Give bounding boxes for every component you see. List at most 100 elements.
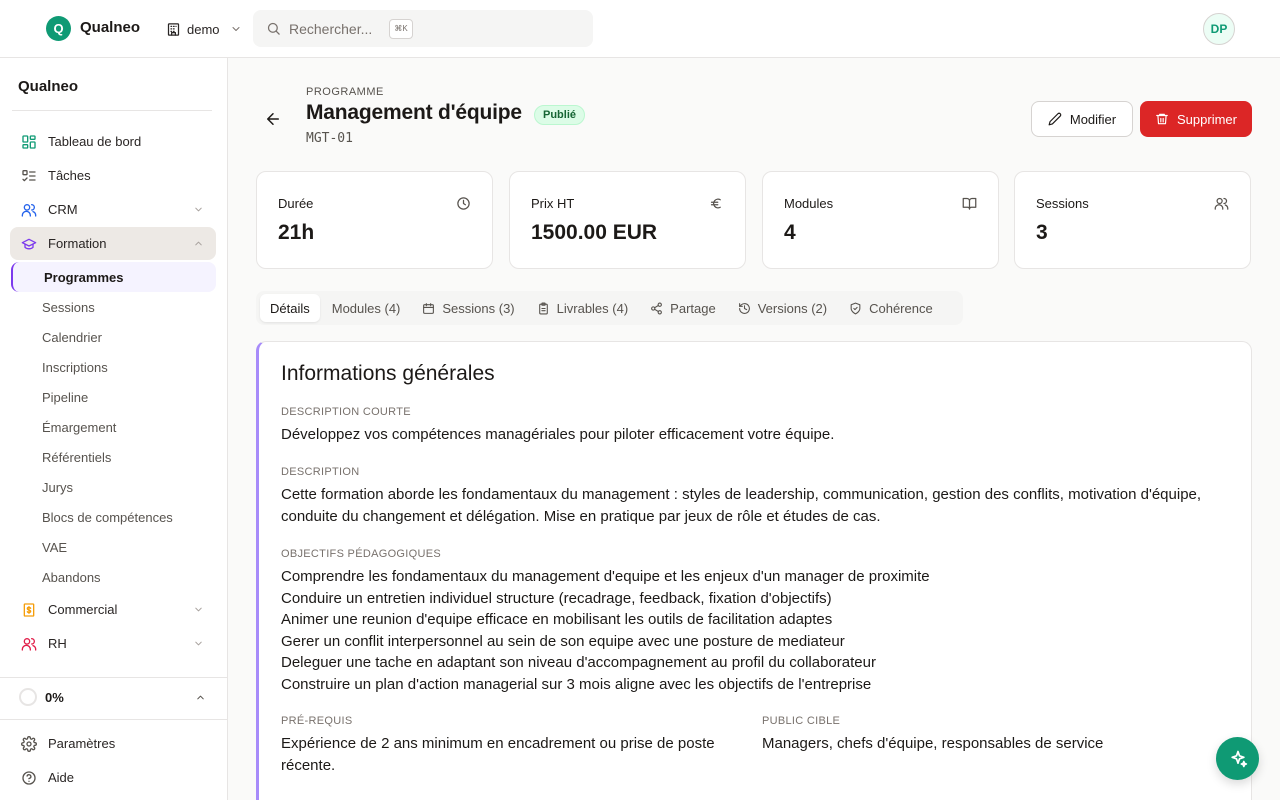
objectives-list: Comprendre les fondamentaux du managemen…: [281, 566, 1231, 695]
workspace-selector[interactable]: demo: [166, 18, 242, 40]
clipboard-icon: [538, 302, 548, 314]
delete-label: Supprimer: [1177, 111, 1237, 127]
tab-livrables[interactable]: Livrables (4): [527, 294, 639, 322]
progress-ring: [19, 688, 37, 706]
divider: [0, 677, 227, 678]
stat-value: 4: [784, 221, 796, 244]
sidebar-sub-vae[interactable]: VAE: [10, 532, 216, 562]
tab-label: Livrables (4): [556, 300, 629, 316]
objective-item: Comprendre les fondamentaux du managemen…: [281, 568, 930, 585]
book-open-icon: [962, 197, 977, 210]
help-circle-icon: [22, 770, 36, 785]
tab-modules[interactable]: Modules (4): [322, 294, 411, 322]
chevron-down-icon: [195, 207, 202, 212]
sidebar-sub-blocs[interactable]: Blocs de compétences: [10, 502, 216, 532]
field-label: DESCRIPTION: [281, 466, 360, 478]
sidebar-nav: Tableau de bord Tâches CRM Formation Pro…: [10, 125, 216, 677]
search-icon: [267, 22, 280, 35]
sidebar-item-rh[interactable]: RH: [10, 627, 216, 660]
objective-item: Conduire un entretien individuel structu…: [281, 589, 832, 607]
sidebar-sub-inscriptions[interactable]: Inscriptions: [10, 352, 216, 382]
sidebar-brand: Qualneo: [18, 78, 79, 95]
chevron-down-icon: [232, 27, 240, 31]
tab-coherence[interactable]: Cohérence: [839, 294, 943, 322]
stat-label: Prix HT: [531, 196, 575, 211]
app-logo[interactable]: Q: [46, 16, 71, 41]
search-bar[interactable]: ⌘K: [253, 10, 593, 47]
stat-card-duration: Durée 21h: [256, 171, 493, 269]
tab-label: Cohérence: [869, 300, 933, 316]
sidebar-item-crm[interactable]: CRM: [10, 193, 216, 226]
tab-details[interactable]: Détails: [260, 294, 320, 322]
sidebar-item-dashboard[interactable]: Tableau de bord: [10, 125, 216, 158]
app-name[interactable]: Qualneo: [80, 19, 140, 36]
sidebar-item-label: Tâches: [48, 168, 91, 183]
top-bar: Q Qualneo demo ⌘K DP: [0, 0, 1280, 58]
objective-item: Deleguer une tache en adaptant son nivea…: [281, 654, 876, 671]
sidebar-sub-jurys[interactable]: Jurys: [10, 472, 216, 502]
checklist-icon: [22, 169, 36, 181]
sidebar-sub-programmes[interactable]: Programmes: [11, 262, 216, 292]
objective-item: Gerer un conflit interpersonnel au sein …: [281, 632, 845, 650]
sidebar-item-settings[interactable]: Paramètres: [10, 727, 216, 760]
workspace-name: demo: [187, 21, 220, 37]
search-shortcut: ⌘K: [389, 18, 413, 39]
page-eyebrow: PROGRAMME: [306, 86, 384, 98]
edit-label: Modifier: [1069, 111, 1117, 127]
onboarding-progress[interactable]: 0%: [10, 682, 216, 712]
clock-icon: [457, 197, 470, 210]
tab-label: Modules (4): [331, 300, 401, 316]
sidebar-item-help[interactable]: Aide: [10, 761, 216, 794]
sidebar-sub-calendrier[interactable]: Calendrier: [10, 322, 216, 352]
sidebar-sub-referentiels[interactable]: Référentiels: [10, 442, 216, 472]
user-avatar[interactable]: DP: [1203, 13, 1235, 45]
edit-button[interactable]: Modifier: [1031, 101, 1133, 137]
stat-card-sessions: Sessions 3: [1014, 171, 1251, 269]
sidebar-sub-emargement[interactable]: Émargement: [10, 412, 216, 442]
shield-check-icon: [850, 302, 861, 314]
description: Cette formation aborde les fondamentaux …: [281, 486, 1202, 525]
progress-value: 0%: [45, 689, 64, 705]
gear-icon: [21, 735, 37, 752]
euro-icon: [710, 198, 721, 209]
objective-item: Construire un plan d'action managerial s…: [281, 675, 872, 693]
building-icon: [167, 22, 180, 36]
stat-card-price: Prix HT 1500.00 EUR: [509, 171, 746, 269]
objective-item: Animer une reunion d'equipe efficace en …: [281, 611, 833, 628]
tab-bar: Détails Modules (4) Sessions (3) Livrabl…: [256, 291, 963, 325]
stat-card-modules: Modules 4: [762, 171, 999, 269]
chevron-down-icon: [195, 641, 202, 646]
tab-versions[interactable]: Versions (2): [728, 294, 837, 322]
program-code: MGT-01: [306, 131, 353, 146]
divider: [12, 110, 212, 111]
sidebar-sub-pipeline[interactable]: Pipeline: [10, 382, 216, 412]
field-label: PRÉ-REQUIS: [281, 715, 353, 727]
chevron-up-icon: [195, 241, 202, 246]
tab-label: Versions (2): [757, 300, 828, 316]
sidebar-sub-abandons[interactable]: Abandons: [10, 562, 216, 592]
sidebar-item-label: CRM: [48, 202, 78, 217]
prerequisites: Expérience de 2 ans minimum en encadreme…: [281, 735, 715, 774]
chevron-down-icon: [195, 607, 202, 612]
delete-button[interactable]: Supprimer: [1140, 101, 1252, 137]
details-card: Informations générales DESCRIPTION COURT…: [256, 341, 1252, 800]
stat-label: Sessions: [1036, 196, 1089, 211]
sidebar-sub-sessions[interactable]: Sessions: [10, 292, 216, 322]
divider: [0, 719, 227, 720]
arrow-left-icon[interactable]: [264, 110, 282, 128]
target-audience: Managers, chefs d'équipe, responsables d…: [762, 735, 1104, 752]
ai-assistant-button[interactable]: [1216, 737, 1259, 780]
stats-row: Durée 21h Prix HT 1500.00 EUR Modules 4 …: [256, 171, 1252, 269]
sidebar-item-tasks[interactable]: Tâches: [10, 159, 216, 192]
search-input[interactable]: [289, 20, 381, 37]
sparkles-icon: [1230, 750, 1247, 767]
sidebar-item-commercial[interactable]: Commercial: [10, 593, 216, 626]
tab-sessions[interactable]: Sessions (3): [412, 294, 524, 322]
tab-label: Sessions (3): [442, 300, 515, 316]
field-label: DESCRIPTION COURTE: [281, 406, 411, 418]
tab-partage[interactable]: Partage: [640, 294, 726, 322]
stat-value: 21h: [278, 221, 315, 244]
dashboard-icon: [22, 134, 36, 149]
pencil-icon: [1048, 112, 1062, 126]
sidebar-item-formation[interactable]: Formation: [10, 227, 216, 260]
